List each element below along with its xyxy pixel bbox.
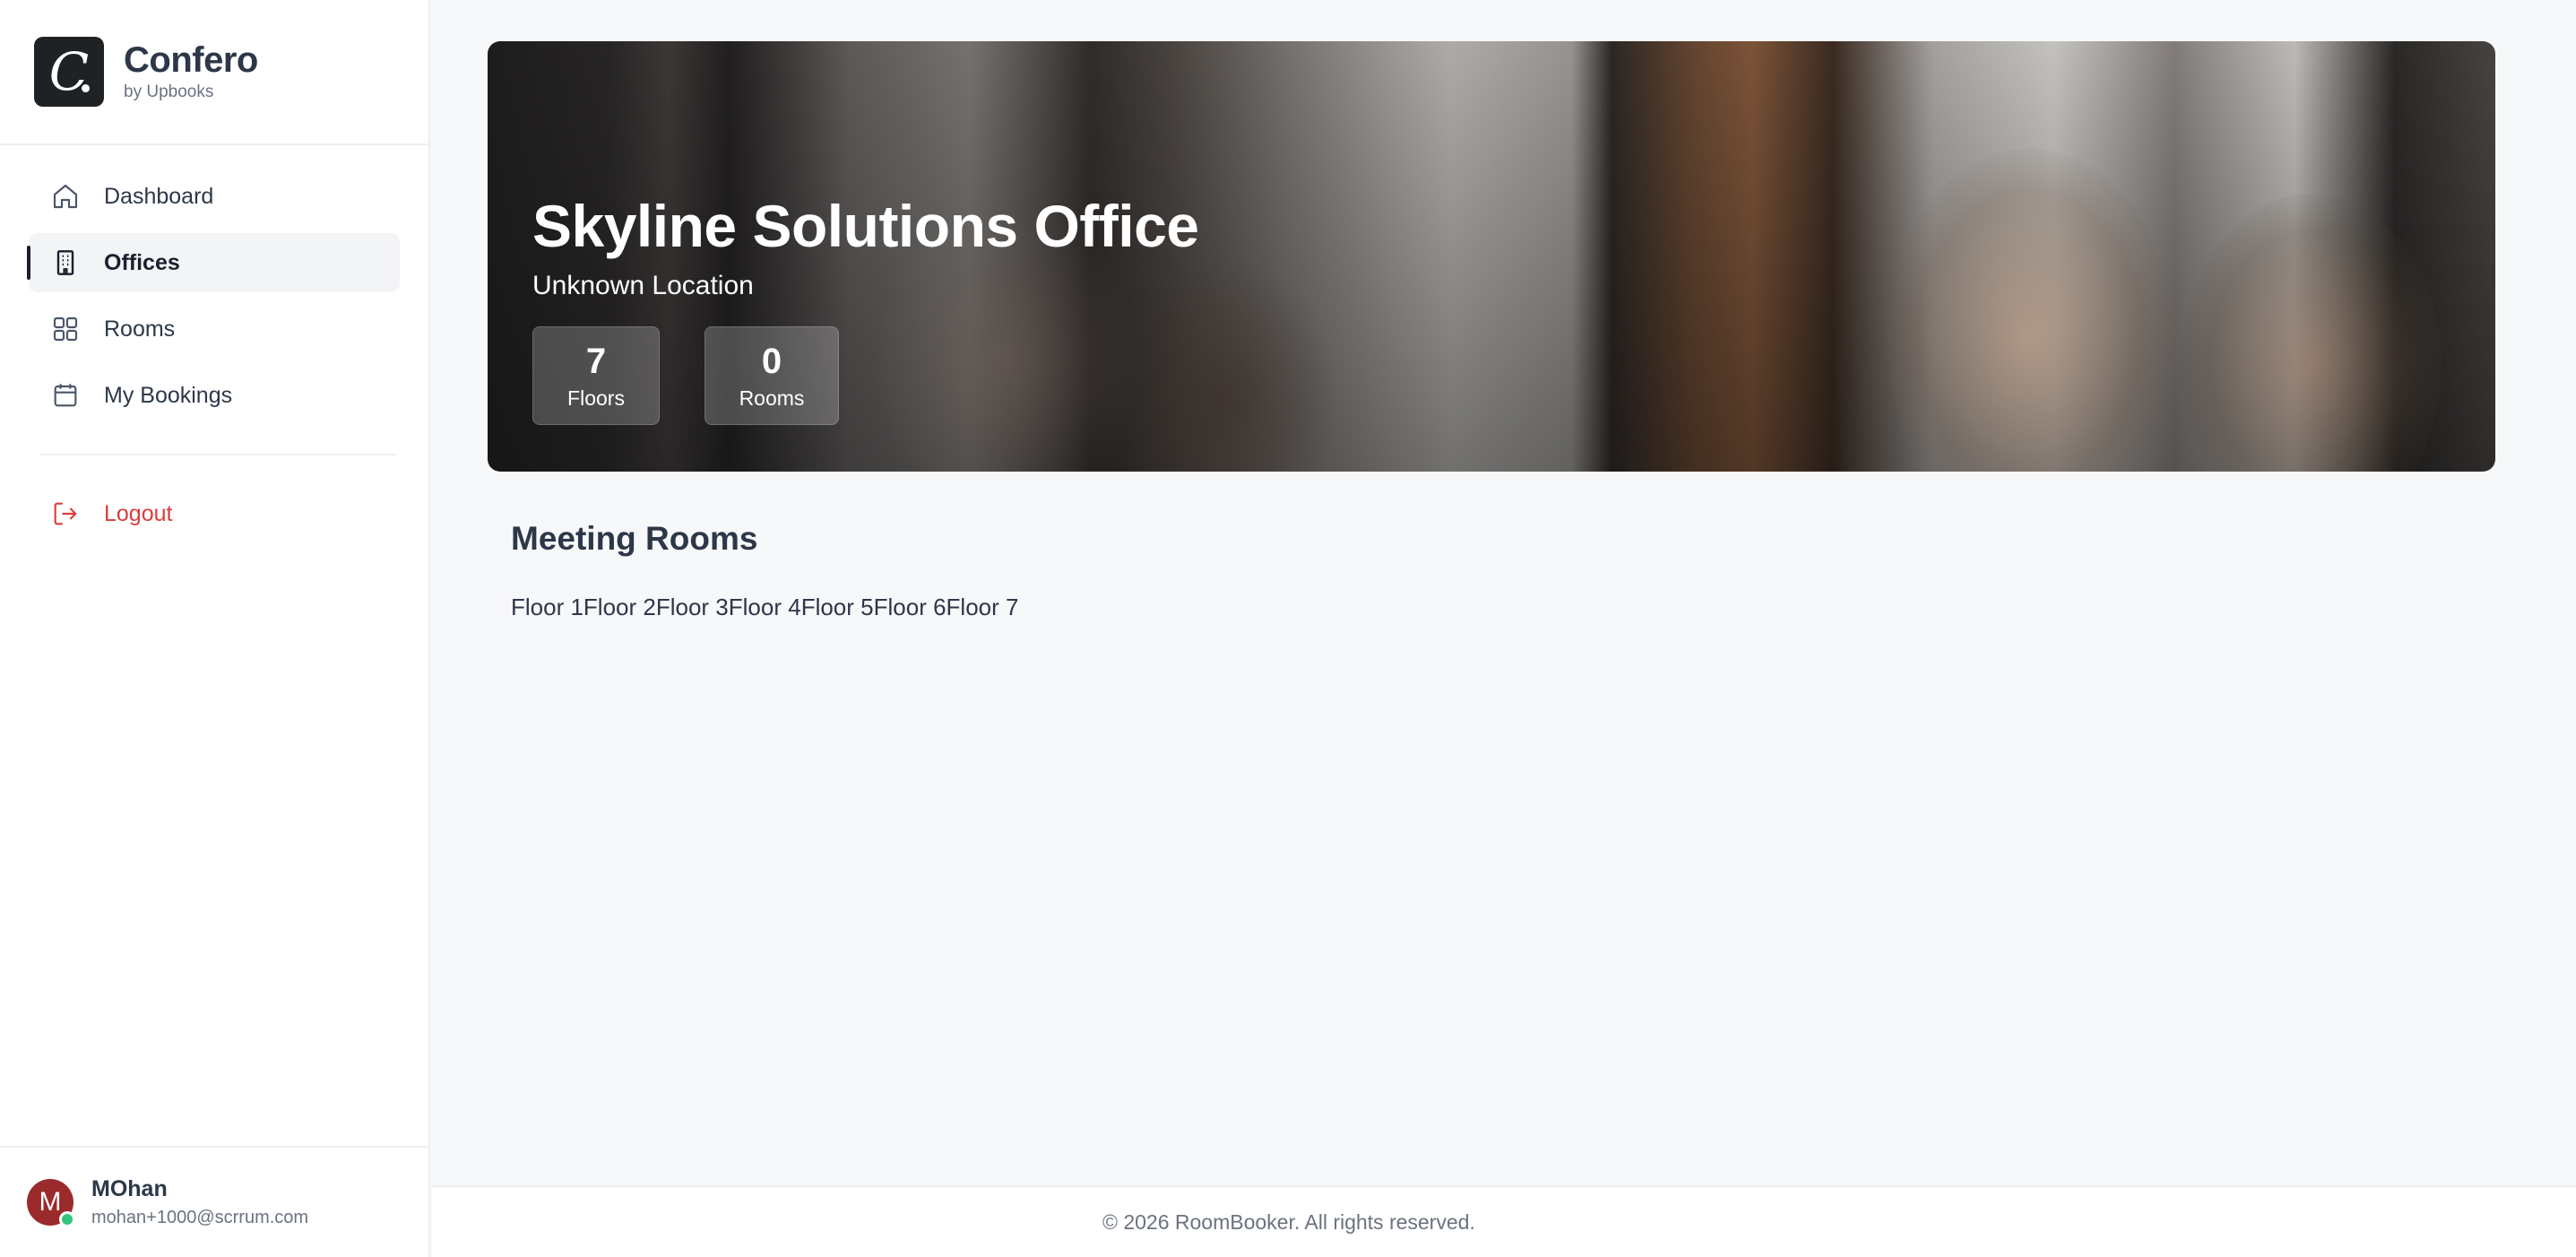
sidebar-item-label: Rooms — [104, 316, 176, 342]
nav-divider — [39, 454, 396, 455]
hero-photo-shape — [2182, 194, 2442, 472]
user-profile[interactable]: M MOhan mohan+1000@scrrum.com — [0, 1146, 430, 1257]
main-content: Skyline Solutions Office Unknown Locatio… — [432, 0, 2576, 1257]
online-status-indicator — [59, 1211, 75, 1227]
sidebar: C Confero by Upbooks Dashboard Offices R… — [0, 0, 430, 1257]
floor-tab-2[interactable]: Floor 2 — [583, 594, 656, 620]
sidebar-nav: Dashboard Offices Rooms My Bookings Logo… — [0, 145, 428, 543]
logout-icon — [50, 498, 81, 529]
floor-tab-6[interactable]: Floor 6 — [874, 594, 947, 620]
logout-button[interactable]: Logout — [29, 484, 400, 543]
user-email: mohan+1000@scrrum.com — [91, 1208, 309, 1227]
user-info: MOhan mohan+1000@scrrum.com — [91, 1176, 308, 1228]
office-hero-banner: Skyline Solutions Office Unknown Locatio… — [488, 41, 2495, 472]
logo-dot — [82, 84, 90, 92]
logout-label: Logout — [104, 500, 173, 526]
brand-text: Confero by Upbooks — [124, 41, 258, 102]
brand-header: C Confero by Upbooks — [0, 0, 428, 145]
sidebar-item-dashboard[interactable]: Dashboard — [29, 167, 400, 226]
page-footer: © 2026 RoomBooker. All rights reserved. — [432, 1185, 2576, 1257]
floor-tab-1[interactable]: Floor 1 — [511, 594, 583, 620]
building-icon — [50, 247, 81, 278]
floor-tab-7[interactable]: Floor 7 — [947, 594, 1019, 620]
rooms-stat-card: 0 Rooms — [705, 326, 839, 425]
confero-logo[interactable]: C — [34, 37, 104, 107]
logo-letter: C — [48, 41, 90, 102]
sidebar-item-rooms[interactable]: Rooms — [29, 299, 400, 359]
rooms-label: Rooms — [739, 386, 805, 410]
office-location: Unknown Location — [532, 271, 754, 300]
rooms-count: 0 — [761, 342, 782, 381]
meeting-rooms-heading: Meeting Rooms — [511, 520, 758, 557]
brand-name: Confero — [124, 40, 258, 80]
copyright-text: © 2026 RoomBooker. All rights reserved. — [1102, 1210, 1475, 1234]
brand-subtitle: by Upbooks — [124, 82, 214, 101]
floor-tab-3[interactable]: Floor 3 — [656, 594, 729, 620]
grid-icon — [50, 314, 81, 344]
hero-photo-shape — [1115, 256, 1339, 472]
avatar: M — [27, 1179, 75, 1227]
floors-count: 7 — [585, 342, 607, 381]
office-title: Skyline Solutions Office — [532, 193, 1199, 259]
sidebar-item-label: My Bookings — [104, 382, 233, 408]
floors-stat-card: 7 Floors — [532, 326, 660, 425]
sidebar-item-offices[interactable]: Offices — [27, 233, 400, 292]
hero-photo-shape — [1886, 149, 2173, 472]
sidebar-item-label: Dashboard — [104, 183, 214, 209]
floors-label: Floors — [567, 386, 625, 410]
sidebar-item-my-bookings[interactable]: My Bookings — [29, 366, 400, 425]
home-icon — [50, 181, 81, 212]
calendar-icon — [50, 380, 81, 411]
floor-tabs: Floor 1Floor 2Floor 3Floor 4Floor 5Floor… — [511, 594, 1018, 621]
avatar-initial: M — [39, 1187, 62, 1217]
sidebar-item-label: Offices — [104, 249, 180, 275]
floor-tab-4[interactable]: Floor 4 — [729, 594, 801, 620]
floor-tab-5[interactable]: Floor 5 — [801, 594, 874, 620]
user-name: MOhan — [91, 1176, 168, 1201]
